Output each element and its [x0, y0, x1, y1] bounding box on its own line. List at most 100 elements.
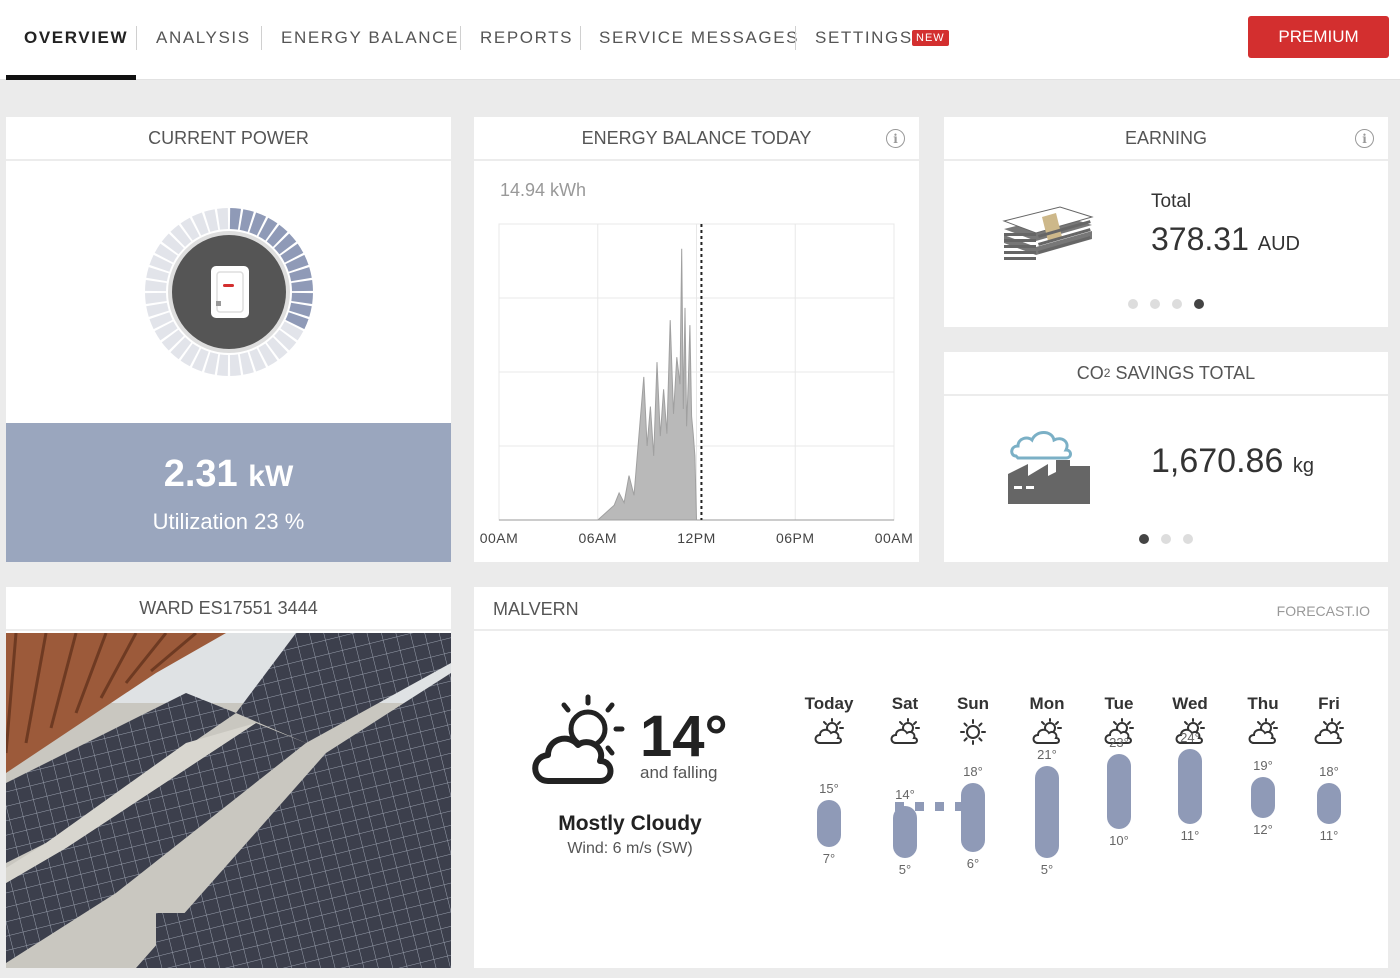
forecast-high: 19°: [1253, 758, 1273, 774]
forecast-connector-dot: [935, 802, 944, 812]
earning-pager: [1128, 299, 1204, 309]
inverter-icon: [211, 266, 249, 318]
x-tick-label: 06AM: [578, 530, 618, 546]
partly-cloudy-icon: [1314, 718, 1344, 744]
card-title: CO 2 SAVINGS TOTAL: [944, 352, 1388, 396]
forecast-high: 15°: [819, 781, 839, 797]
weather-wind: Wind: 6 m/s (SW): [567, 840, 693, 857]
forecast-high: 24°: [1180, 729, 1200, 745]
earning-value: 378.31 AUD: [1151, 221, 1300, 257]
forecast-day: Sat 14° 5°: [875, 587, 935, 967]
weather-condition: Mostly Cloudy: [558, 812, 702, 835]
tab-overview[interactable]: OVERVIEW: [24, 28, 128, 48]
partly-cloudy-icon: [532, 694, 625, 784]
weather-card: MALVERN FORECAST.IO 14° and falling Most…: [474, 587, 1388, 968]
forecast-day-name: Thu: [1247, 694, 1279, 713]
utilization-gauge: [145, 208, 313, 376]
x-tick-label: 00AM: [479, 530, 519, 546]
pager-dot[interactable]: [1183, 534, 1193, 544]
forecast-low: 10°: [1109, 833, 1129, 849]
temperature-range-bar: [1035, 765, 1059, 859]
factory-icon: [1008, 431, 1090, 504]
partly-cloudy-icon: [1032, 718, 1062, 744]
temperature-range-bar: [1251, 777, 1275, 818]
gauge-segment: [229, 354, 241, 376]
current-temperature: 14°: [640, 704, 728, 769]
active-tab-indicator: [6, 75, 136, 80]
gauge-segment: [229, 208, 241, 230]
tab-analysis[interactable]: ANALYSIS: [156, 28, 251, 48]
gauge-segment: [145, 292, 167, 304]
forecast-day: Fri 18° 11°: [1299, 587, 1359, 967]
temperature-range-bar: [893, 806, 917, 859]
forecast-day: Mon 21° 5°: [1017, 587, 1077, 967]
tab-energy-balance[interactable]: ENERGY BALANCE: [281, 28, 459, 48]
money-stack-icon: [1002, 206, 1094, 260]
gauge-segment: [291, 280, 313, 292]
pager-dot[interactable]: [1194, 299, 1204, 309]
forecast-day-name: Mon: [1029, 694, 1065, 713]
pager-dot[interactable]: [1161, 534, 1171, 544]
forecast-day: Thu 19° 12°: [1233, 587, 1293, 967]
forecast-low: 12°: [1253, 821, 1273, 837]
production-area: [597, 248, 698, 521]
site-name: WARD ES17551 3444: [6, 587, 451, 631]
forecast-high: 21°: [1037, 746, 1057, 762]
nav-separator: [795, 26, 796, 50]
earning-total-label: Total: [1151, 191, 1192, 212]
temperature-range-bar: [1317, 783, 1341, 824]
earning-card: EARNING i Total 378.31 AUD: [944, 117, 1388, 327]
forecast-low: 11°: [1319, 827, 1339, 843]
gauge-segment: [217, 208, 229, 230]
partly-cloudy-icon: [1248, 718, 1278, 744]
forecast-low: 5°: [898, 862, 912, 878]
x-tick-label: 00AM: [874, 530, 914, 546]
pager-dot[interactable]: [1139, 534, 1149, 544]
nav-separator: [580, 26, 581, 50]
forecast-day-name: Sun: [956, 694, 990, 713]
pager-dot[interactable]: [1172, 299, 1182, 309]
nav-separator: [261, 26, 262, 50]
card-title: EARNING: [944, 117, 1388, 161]
new-badge: NEW: [912, 30, 949, 46]
gauge-segment: [217, 354, 229, 376]
utilization-label: Utilization 23 %: [152, 509, 305, 534]
pager-dot[interactable]: [1150, 299, 1160, 309]
energy-chart: [498, 223, 895, 521]
tab-reports[interactable]: REPORTS: [480, 28, 573, 48]
forecast-connector-dot: [955, 802, 964, 812]
gauge-segment: [145, 280, 167, 292]
tab-service-messages[interactable]: SERVICE MESSAGES: [599, 28, 799, 48]
co2-value: 1,670.86 kg: [1151, 442, 1314, 480]
nav-separator: [460, 26, 461, 50]
card-title: CURRENT POWER: [6, 117, 451, 161]
premium-button[interactable]: PREMIUM: [1248, 16, 1389, 58]
tab-settings[interactable]: SETTINGS: [815, 28, 913, 48]
pager-dot[interactable]: [1128, 299, 1138, 309]
power-summary: 2.31 kW Utilization 23 %: [6, 423, 451, 562]
solar-panels-photo: [6, 633, 451, 968]
forecast-day-name: Fri: [1318, 694, 1340, 713]
forecast-high: 18°: [963, 764, 983, 780]
sun-icon: [960, 719, 986, 745]
forecast-day: Today 15° 7°: [799, 587, 859, 967]
site-card: WARD ES17551 3444: [6, 587, 451, 968]
partly-cloudy-icon: [890, 718, 920, 744]
co2-pager: [1139, 534, 1193, 544]
temperature-trend: and falling: [640, 763, 718, 782]
x-tick-label: 12PM: [677, 530, 716, 546]
info-icon[interactable]: i: [1355, 129, 1374, 148]
current-power-card: CURRENT POWER 2.31 kW Utilization 23 %: [6, 117, 451, 562]
forecast-low: 6°: [966, 856, 980, 872]
forecast-low: 7°: [822, 850, 836, 866]
temperature-range-bar: [1107, 754, 1131, 830]
forecast-day-name: Tue: [1104, 694, 1134, 713]
energy-balance-card: ENERGY BALANCE TODAY i 14.94 kWh 00AM 06A…: [474, 117, 919, 562]
forecast-low: 11°: [1180, 827, 1200, 843]
forecast-day-name: Sat: [891, 694, 919, 713]
forecast-connector-dot: [895, 802, 904, 812]
gauge-segment: [291, 292, 313, 304]
temperature-range-bar: [961, 783, 985, 853]
x-tick-label: 06PM: [775, 530, 815, 546]
temperature-range-bar: [1178, 748, 1202, 824]
